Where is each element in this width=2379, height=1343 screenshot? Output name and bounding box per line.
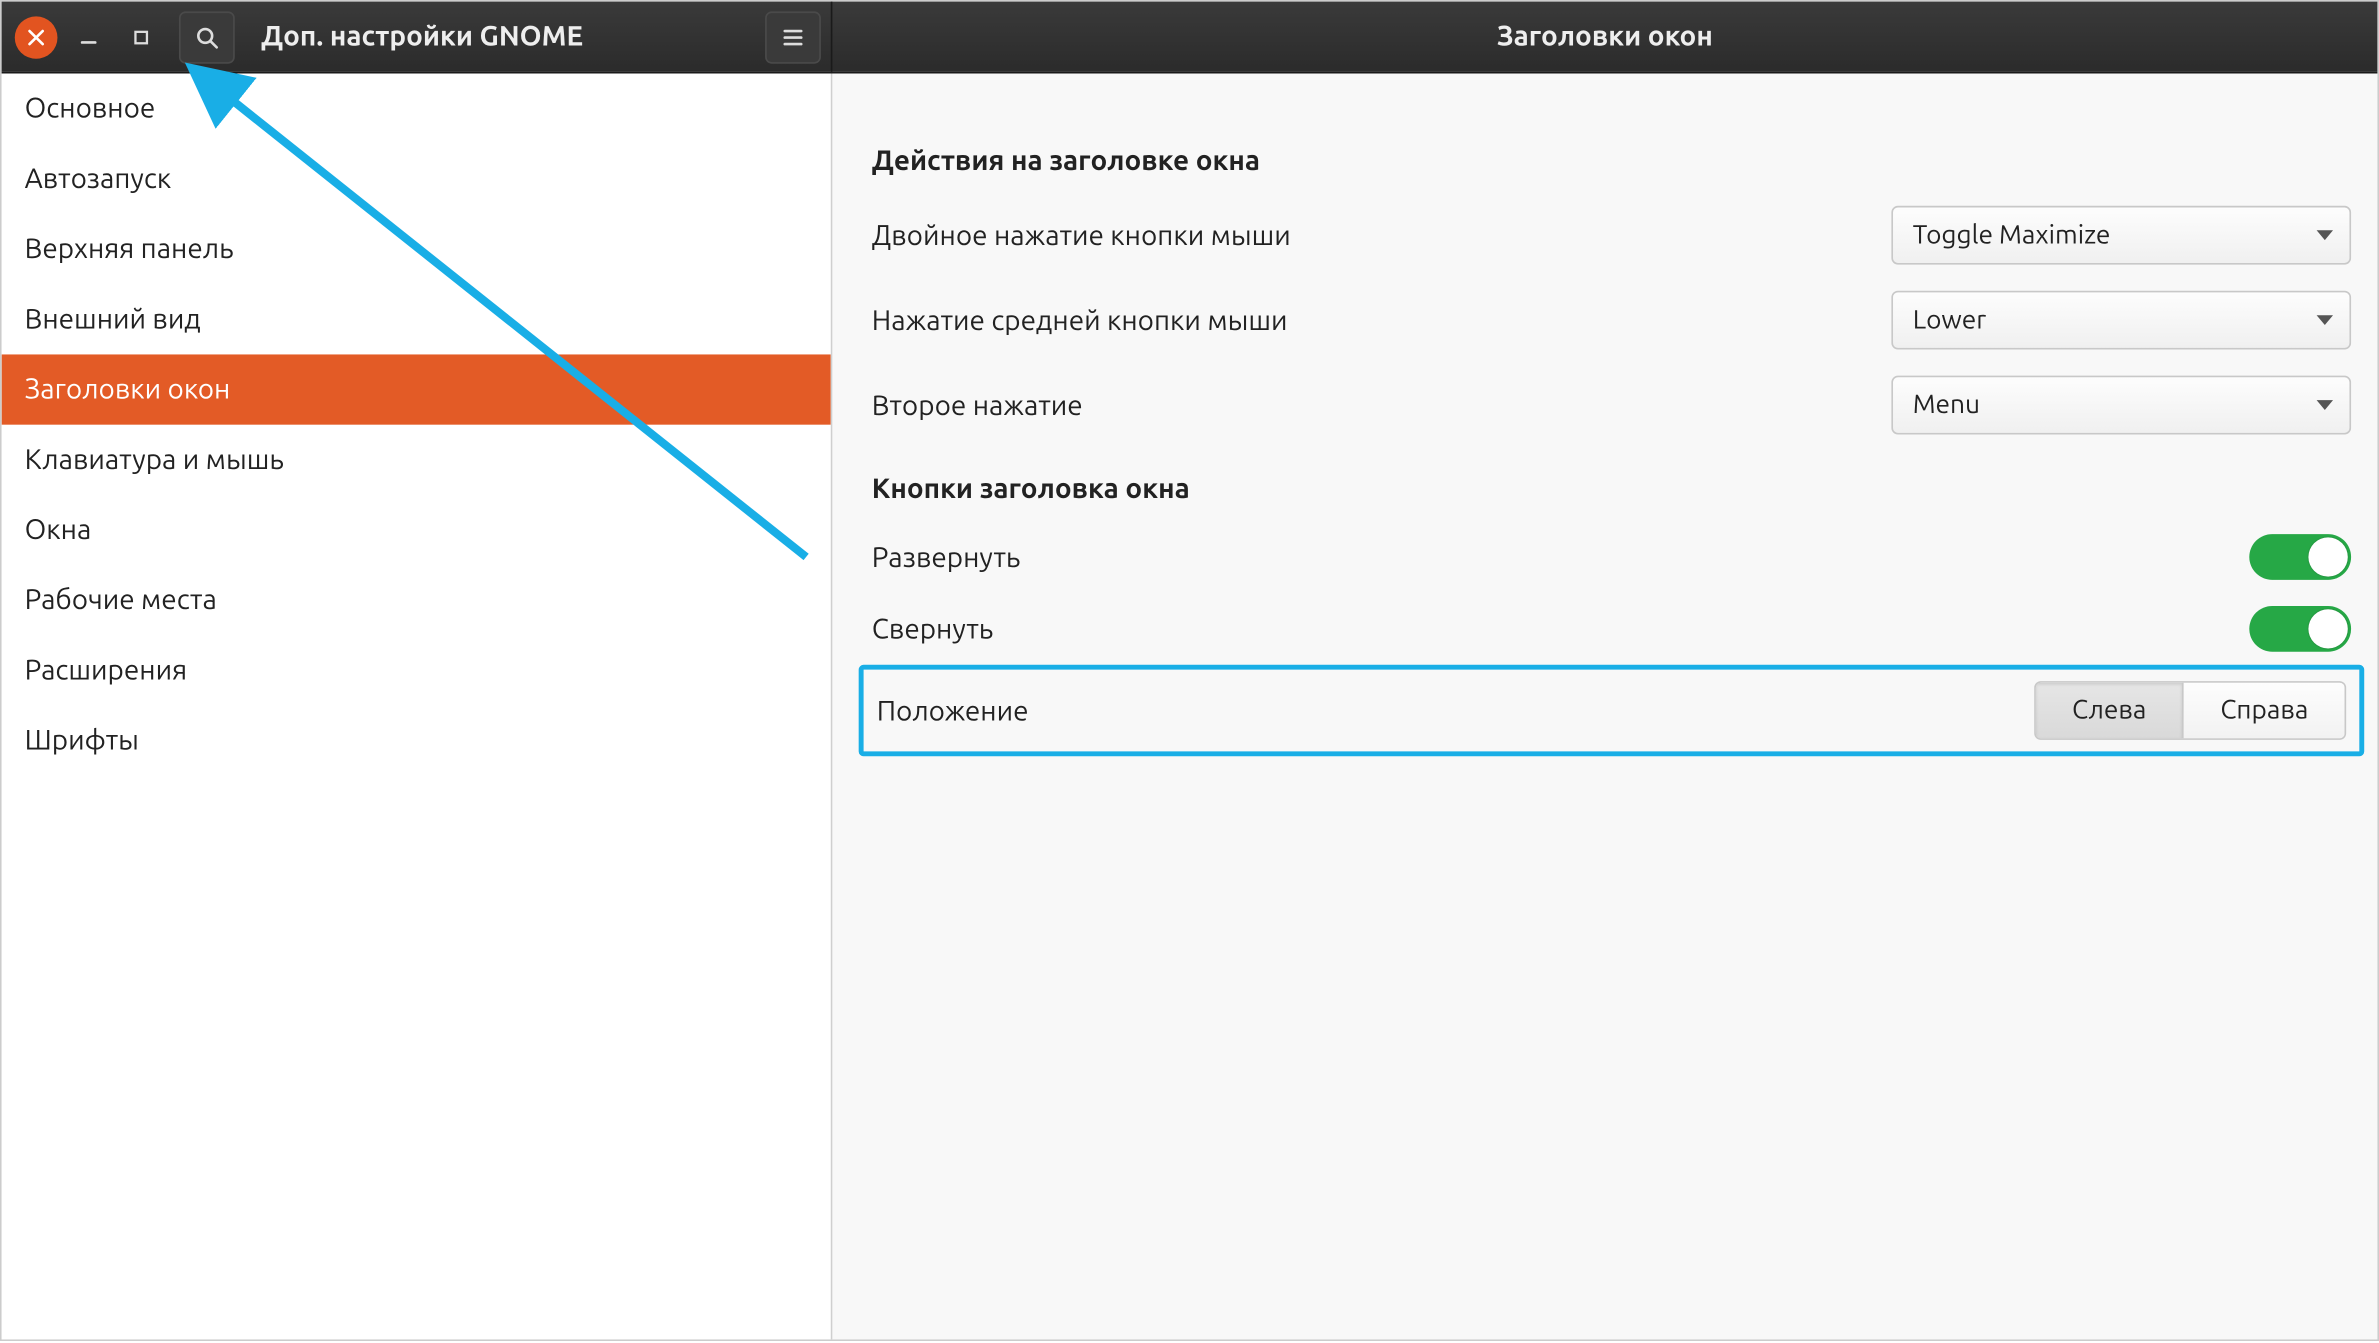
gnome-tweaks-window: Доп. настройки GNOME Заголовки окон Осно… <box>0 0 2379 1341</box>
annotation-highlight-box: Положение Слева Справа <box>859 665 2365 756</box>
content-area: Действия на заголовке окна Двойное нажат… <box>832 74 2377 1340</box>
minimize-button[interactable] <box>67 16 110 58</box>
hamburger-icon <box>780 24 806 50</box>
sidebar-item-fonts[interactable]: Шрифты <box>2 706 831 776</box>
seg-btn-left[interactable]: Слева <box>2036 683 2183 739</box>
switch-maximize[interactable] <box>2249 534 2351 580</box>
sidebar-item-startup[interactable]: Автозапуск <box>2 144 831 214</box>
dropdown-middle-click[interactable]: Lower <box>1891 291 2351 350</box>
label-middle-click: Нажатие средней кнопки мыши <box>872 305 1288 336</box>
maximize-icon <box>131 27 151 47</box>
chevron-down-icon <box>2317 230 2333 240</box>
app-title: Доп. настройки GNOME <box>245 21 749 52</box>
row-minimize-toggle: Свернуть <box>872 593 2351 665</box>
chevron-down-icon <box>2317 315 2333 325</box>
sidebar-item-window-titlebars[interactable]: Заголовки окон <box>2 354 831 424</box>
search-button[interactable] <box>179 11 235 63</box>
group-title-buttons: Кнопки заголовка окна <box>872 474 2351 505</box>
dropdown-secondary-click-value: Menu <box>1913 390 1980 419</box>
row-maximize-toggle: Развернуть <box>872 521 2351 593</box>
sidebar-item-appearance[interactable]: Внешний вид <box>2 284 831 354</box>
segmented-placement: Слева Справа <box>2034 681 2346 740</box>
row-placement: Положение Слева Справа <box>873 675 2349 747</box>
minimize-icon <box>79 27 99 47</box>
maximize-button[interactable] <box>120 16 163 58</box>
sidebar-item-workspaces[interactable]: Рабочие места <box>2 565 831 635</box>
switch-knob <box>2308 537 2347 576</box>
sidebar-item-extensions[interactable]: Расширения <box>2 635 831 705</box>
label-minimize: Свернуть <box>872 613 993 644</box>
hamburger-menu-button[interactable] <box>765 11 821 63</box>
label-maximize: Развернуть <box>872 541 1021 572</box>
sidebar-item-windows[interactable]: Окна <box>2 495 831 565</box>
search-icon <box>194 24 220 50</box>
dropdown-secondary-click[interactable]: Menu <box>1891 376 2351 435</box>
label-placement: Положение <box>877 695 1029 726</box>
header-right: Заголовки окон <box>832 2 2377 72</box>
close-icon <box>28 29 44 45</box>
header-left: Доп. настройки GNOME <box>2 2 833 72</box>
dropdown-double-click[interactable]: Toggle Maximize <box>1891 206 2351 265</box>
sidebar-item-keyboard-mouse[interactable]: Клавиатура и мышь <box>2 425 831 495</box>
chevron-down-icon <box>2317 400 2333 410</box>
sidebar-item-general[interactable]: Основное <box>2 74 831 144</box>
close-button[interactable] <box>15 16 58 58</box>
page-title: Заголовки окон <box>1497 21 1713 52</box>
row-double-click: Двойное нажатие кнопки мыши Toggle Maxim… <box>872 193 2351 278</box>
row-middle-click: Нажатие средней кнопки мыши Lower <box>872 278 2351 363</box>
label-secondary-click: Второе нажатие <box>872 390 1083 421</box>
body-split: Основное Автозапуск Верхняя панель Внешн… <box>2 74 2378 1340</box>
group-title-actions: Действия на заголовке окна <box>872 145 2351 176</box>
switch-knob <box>2308 609 2347 648</box>
label-double-click: Двойное нажатие кнопки мыши <box>872 220 1291 251</box>
dropdown-middle-click-value: Lower <box>1913 305 1987 334</box>
sidebar-item-top-bar[interactable]: Верхняя панель <box>2 214 831 284</box>
row-secondary-click: Второе нажатие Menu <box>872 363 2351 448</box>
dropdown-double-click-value: Toggle Maximize <box>1913 221 2111 250</box>
sidebar: Основное Автозапуск Верхняя панель Внешн… <box>2 74 833 1340</box>
switch-minimize[interactable] <box>2249 606 2351 652</box>
seg-btn-right[interactable]: Справа <box>2183 683 2345 739</box>
header-bar: Доп. настройки GNOME Заголовки окон <box>2 2 2378 74</box>
